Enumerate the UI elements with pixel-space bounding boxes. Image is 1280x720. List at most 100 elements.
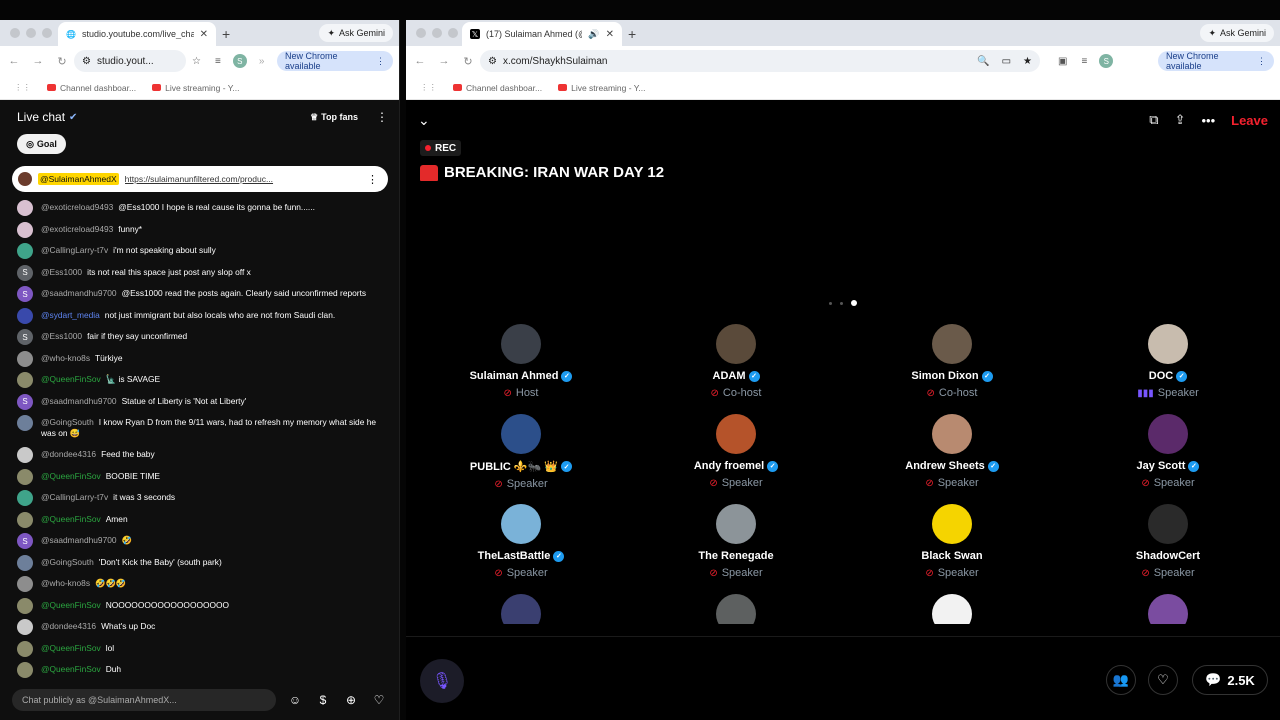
overflow-chevron-icon[interactable]: »	[259, 56, 265, 67]
forward-icon[interactable]: →	[26, 55, 50, 67]
audio-playing-icon[interactable]: 🔊	[588, 29, 599, 40]
avatar[interactable]	[1148, 414, 1188, 454]
speaker-card[interactable]: DOC ✓ ▮▮▮ Speaker	[1088, 324, 1248, 399]
avatar[interactable]	[501, 414, 541, 454]
top-fans-button[interactable]: ♕ Top fans	[310, 112, 358, 123]
speaker-card[interactable]: PUBLIC ⚜️🐜 👑 ✓ ⊘ Speaker	[441, 414, 601, 490]
avatar[interactable]	[716, 324, 756, 364]
avatar[interactable]	[1148, 594, 1188, 624]
speaker-card-partial[interactable]	[441, 594, 601, 624]
menu-kebab-icon[interactable]: ⋮	[1257, 56, 1266, 67]
avatar[interactable]	[501, 504, 541, 544]
close-tab-icon[interactable]: ✕	[200, 29, 208, 40]
speaker-card[interactable]: TheLastBattle ✓ ⊘ Speaker	[441, 504, 601, 579]
chat-message[interactable]: @exoticreload9493 funny*	[17, 221, 387, 238]
speaker-card-partial[interactable]	[656, 594, 816, 624]
chat-message[interactable]: @who-kno8s Türkiye	[17, 350, 387, 367]
message-author[interactable]: @dondee4316	[41, 621, 96, 631]
media-icon[interactable]: ≡	[1081, 56, 1087, 67]
message-author[interactable]: @GoingSouth	[41, 417, 94, 427]
message-author[interactable]: @exoticreload9493	[41, 224, 113, 234]
chat-message[interactable]: @QueenFinSov BOOBIE TIME	[17, 468, 387, 485]
avatar[interactable]	[17, 243, 33, 259]
chat-menu-icon[interactable]: ⋮	[376, 110, 388, 124]
site-settings-icon[interactable]: ⚙	[82, 56, 91, 67]
message-author[interactable]: @who-kno8s	[41, 578, 90, 588]
chat-message[interactable]: @QueenFinSov lol	[17, 640, 387, 657]
chat-message[interactable]: @QueenFinSov 🗽 is SAVAGE	[17, 372, 387, 388]
pinned-message[interactable]: @SulaimanAhmedX https://sulaimanunfilter…	[12, 166, 388, 192]
chat-message[interactable]: @sydart_media not just immigrant but also…	[17, 307, 387, 324]
new-chrome-button[interactable]: New Chrome available ⋮	[277, 51, 393, 71]
address-bar[interactable]: ⚙ x.com/ShaykhSulaiman 🔍 ▭ ★	[480, 50, 1040, 72]
message-author[interactable]: @CallingLarry-t7v	[41, 245, 108, 255]
avatar[interactable]	[17, 576, 33, 592]
emoji-icon[interactable]: ☺	[286, 691, 304, 709]
avatar[interactable]: S	[17, 264, 33, 281]
leave-button[interactable]: Leave	[1231, 113, 1268, 128]
avatar[interactable]: S	[17, 393, 33, 410]
new-tab-button[interactable]: +	[222, 26, 230, 42]
chat-message[interactable]: S @Ess1000 fair if they say unconfirmed	[17, 329, 387, 345]
message-author[interactable]: @dondee4316	[41, 449, 96, 459]
avatar[interactable]	[1148, 504, 1188, 544]
message-author[interactable]: @QueenFinSov	[41, 374, 101, 384]
pinned-link[interactable]: https://sulaimanunfiltered.com/produc...	[125, 174, 361, 184]
site-settings-icon[interactable]: ⚙	[488, 56, 497, 67]
chat-input[interactable]: Chat publicly as @SulaimanAhmedX...	[12, 689, 276, 711]
speaker-card[interactable]: Black Swan ⊘ Speaker	[872, 504, 1032, 579]
pinned-menu-icon[interactable]: ⋮	[367, 173, 378, 186]
avatar[interactable]	[932, 414, 972, 454]
bookmark-star-icon[interactable]: ★	[1023, 56, 1032, 67]
profile-avatar[interactable]: S	[232, 54, 247, 68]
avatar[interactable]	[17, 447, 33, 463]
speaker-card[interactable]: The Renegade ⊘ Speaker	[656, 504, 816, 579]
minimize-space-icon[interactable]: ⧉	[1149, 112, 1158, 128]
message-author[interactable]: @saadmandhu9700	[41, 288, 117, 298]
avatar[interactable]	[932, 594, 972, 624]
mic-button[interactable]: 🎙	[420, 659, 464, 703]
speaker-card-partial[interactable]	[1088, 594, 1248, 624]
chat-message[interactable]: @GoingSouth 'Don't Kick the Baby' (south …	[17, 554, 387, 571]
avatar[interactable]: S	[17, 286, 33, 302]
speaker-card[interactable]: ShadowCert ⊘ Speaker	[1088, 504, 1248, 579]
collapse-chevron-icon[interactable]: ⌄	[418, 112, 430, 129]
avatar[interactable]	[17, 350, 33, 367]
message-author[interactable]: @QueenFinSov	[41, 514, 101, 524]
bookmark-channel-dashboard[interactable]: Channel dashboar...	[453, 83, 542, 93]
message-author[interactable]: @saadmandhu9700	[41, 535, 117, 545]
tab-x-profile[interactable]: 𝕏 (17) Sulaiman Ahmed (@S 🔊 ✕	[462, 22, 622, 46]
avatar[interactable]	[17, 200, 33, 216]
avatar[interactable]	[17, 221, 33, 238]
new-chrome-button[interactable]: New Chrome available ⋮	[1158, 51, 1274, 71]
chat-message[interactable]: @QueenFinSov NOOOOOOOOOOOOOOOOOO	[17, 597, 387, 614]
menu-kebab-icon[interactable]: ⋮	[376, 56, 385, 67]
avatar[interactable]	[17, 662, 33, 678]
heart-icon[interactable]: ♡	[370, 691, 388, 709]
extensions-icon[interactable]: ▣	[1058, 56, 1067, 67]
chevron-down-icon[interactable]: ✔	[69, 112, 77, 123]
avatar[interactable]	[17, 307, 33, 324]
zoom-icon[interactable]: 🔍	[977, 56, 989, 67]
tab-youtube-studio[interactable]: 🌐 studio.youtube.com/live_cha ✕	[58, 22, 216, 46]
chat-message[interactable]: @CallingLarry-t7v i'm not speaking about …	[17, 243, 387, 259]
message-author[interactable]: @Ess1000	[41, 267, 82, 277]
address-bar[interactable]: ⚙ studio.yout...	[74, 50, 186, 72]
message-author[interactable]: @exoticreload9493	[41, 202, 113, 212]
share-icon[interactable]: ⇪	[1175, 112, 1186, 128]
avatar[interactable]	[17, 511, 33, 528]
chat-message[interactable]: @who-kno8s 🤣🤣🤣	[17, 576, 387, 592]
avatar[interactable]	[716, 414, 756, 454]
apps-grid-icon[interactable]: ⋮⋮	[14, 82, 31, 93]
avatar[interactable]	[501, 594, 541, 624]
message-author[interactable]: @CallingLarry-t7v	[41, 492, 108, 502]
speaker-card[interactable]: Simon Dixon ✓ ⊘ Co-host	[872, 324, 1032, 399]
chat-message[interactable]: @QueenFinSov Amen	[17, 511, 387, 528]
avatar[interactable]	[1148, 324, 1188, 364]
reload-icon[interactable]: ↻	[50, 55, 74, 68]
avatar[interactable]	[17, 415, 33, 431]
ask-gemini-button[interactable]: ✦ Ask Gemini	[319, 24, 393, 42]
window-controls[interactable]	[416, 28, 458, 38]
message-author[interactable]: @QueenFinSov	[41, 471, 101, 481]
speaker-card[interactable]: Jay Scott ✓ ⊘ Speaker	[1088, 414, 1248, 489]
